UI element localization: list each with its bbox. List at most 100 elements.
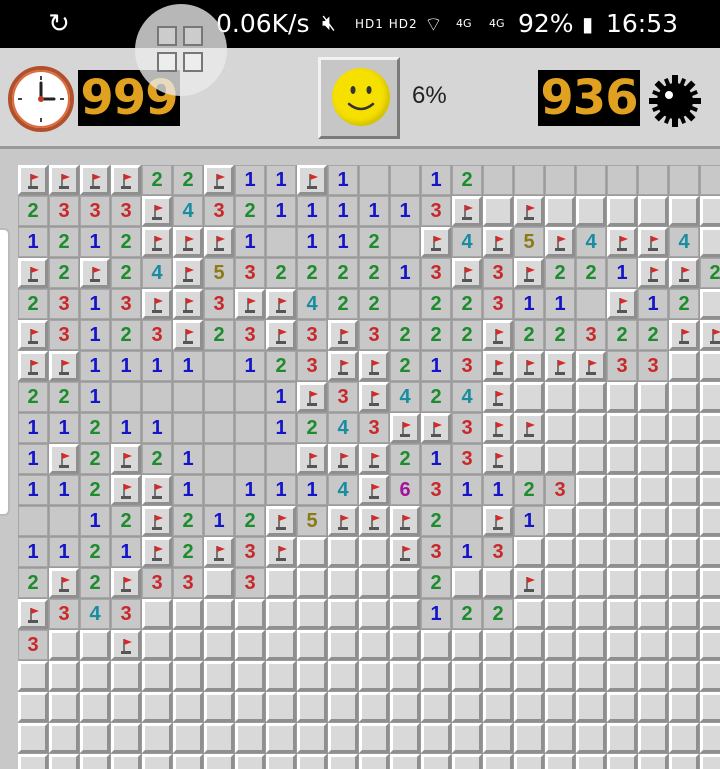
- number-cell[interactable]: 1: [452, 475, 482, 505]
- flagged-cell[interactable]: [359, 444, 389, 474]
- number-cell[interactable]: 2: [328, 258, 358, 288]
- number-cell[interactable]: 3: [142, 320, 172, 350]
- number-cell[interactable]: 2: [18, 196, 48, 226]
- opened-empty-cell[interactable]: [576, 165, 606, 195]
- unopened-cell[interactable]: [576, 413, 606, 443]
- flagged-cell[interactable]: [607, 227, 637, 257]
- number-cell[interactable]: 1: [390, 258, 420, 288]
- unopened-cell[interactable]: [390, 661, 420, 691]
- flagged-cell[interactable]: [669, 320, 699, 350]
- flagged-cell[interactable]: [328, 351, 358, 381]
- flagged-cell[interactable]: [18, 351, 48, 381]
- number-cell[interactable]: 1: [80, 227, 110, 257]
- unopened-cell[interactable]: [142, 630, 172, 660]
- number-cell[interactable]: 2: [421, 568, 451, 598]
- unopened-cell[interactable]: [297, 754, 327, 769]
- unopened-cell[interactable]: [576, 506, 606, 536]
- unopened-cell[interactable]: [328, 754, 358, 769]
- unopened-cell[interactable]: [390, 692, 420, 722]
- unopened-cell[interactable]: [607, 661, 637, 691]
- opened-empty-cell[interactable]: [514, 165, 544, 195]
- flagged-cell[interactable]: [173, 320, 203, 350]
- unopened-cell[interactable]: [700, 537, 720, 567]
- unopened-cell[interactable]: [266, 754, 296, 769]
- unopened-cell[interactable]: [607, 196, 637, 226]
- unopened-cell[interactable]: [545, 537, 575, 567]
- unopened-cell[interactable]: [111, 723, 141, 753]
- unopened-cell[interactable]: [204, 754, 234, 769]
- unopened-cell[interactable]: [576, 382, 606, 412]
- unopened-cell[interactable]: [669, 568, 699, 598]
- number-cell[interactable]: 1: [49, 413, 79, 443]
- number-cell[interactable]: 2: [483, 599, 513, 629]
- unopened-cell[interactable]: [607, 475, 637, 505]
- unopened-cell[interactable]: [421, 692, 451, 722]
- unopened-cell[interactable]: [576, 444, 606, 474]
- flagged-cell[interactable]: [111, 475, 141, 505]
- number-cell[interactable]: 3: [545, 475, 575, 505]
- opened-empty-cell[interactable]: [235, 413, 265, 443]
- flagged-cell[interactable]: [18, 165, 48, 195]
- unopened-cell[interactable]: [514, 599, 544, 629]
- unopened-cell[interactable]: [297, 537, 327, 567]
- number-cell[interactable]: 3: [204, 196, 234, 226]
- number-cell[interactable]: 1: [452, 537, 482, 567]
- flagged-cell[interactable]: [80, 258, 110, 288]
- unopened-cell[interactable]: [669, 444, 699, 474]
- number-cell[interactable]: 3: [204, 289, 234, 319]
- unopened-cell[interactable]: [483, 568, 513, 598]
- unopened-cell[interactable]: [607, 506, 637, 536]
- unopened-cell[interactable]: [235, 723, 265, 753]
- number-cell[interactable]: 4: [173, 196, 203, 226]
- unopened-cell[interactable]: [204, 723, 234, 753]
- number-cell[interactable]: 2: [421, 506, 451, 536]
- flagged-cell[interactable]: [49, 444, 79, 474]
- unopened-cell[interactable]: [545, 506, 575, 536]
- unopened-cell[interactable]: [638, 661, 668, 691]
- unopened-cell[interactable]: [390, 630, 420, 660]
- number-cell[interactable]: 4: [328, 413, 358, 443]
- unopened-cell[interactable]: [328, 723, 358, 753]
- unopened-cell[interactable]: [204, 568, 234, 598]
- opened-empty-cell[interactable]: [235, 444, 265, 474]
- unopened-cell[interactable]: [545, 692, 575, 722]
- unopened-cell[interactable]: [669, 661, 699, 691]
- unopened-cell[interactable]: [576, 475, 606, 505]
- unopened-cell[interactable]: [576, 661, 606, 691]
- unopened-cell[interactable]: [700, 351, 720, 381]
- unopened-cell[interactable]: [483, 723, 513, 753]
- flagged-cell[interactable]: [142, 537, 172, 567]
- number-cell[interactable]: 2: [235, 506, 265, 536]
- opened-empty-cell[interactable]: [266, 227, 296, 257]
- unopened-cell[interactable]: [607, 723, 637, 753]
- flagged-cell[interactable]: [111, 568, 141, 598]
- unopened-cell[interactable]: [359, 661, 389, 691]
- unopened-cell[interactable]: [483, 196, 513, 226]
- unopened-cell[interactable]: [390, 599, 420, 629]
- flagged-cell[interactable]: [483, 506, 513, 536]
- number-cell[interactable]: 2: [297, 258, 327, 288]
- unopened-cell[interactable]: [638, 630, 668, 660]
- number-cell[interactable]: 4: [452, 227, 482, 257]
- unopened-cell[interactable]: [49, 692, 79, 722]
- number-cell[interactable]: 3: [328, 382, 358, 412]
- unopened-cell[interactable]: [204, 599, 234, 629]
- number-cell[interactable]: 3: [49, 289, 79, 319]
- unopened-cell[interactable]: [514, 630, 544, 660]
- unopened-cell[interactable]: [545, 196, 575, 226]
- unopened-cell[interactable]: [235, 630, 265, 660]
- flagged-cell[interactable]: [421, 227, 451, 257]
- flagged-cell[interactable]: [266, 537, 296, 567]
- number-cell[interactable]: 1: [49, 475, 79, 505]
- opened-empty-cell[interactable]: [669, 165, 699, 195]
- flagged-cell[interactable]: [266, 289, 296, 319]
- unopened-cell[interactable]: [173, 754, 203, 769]
- unopened-cell[interactable]: [328, 599, 358, 629]
- number-cell[interactable]: 1: [18, 413, 48, 443]
- unopened-cell[interactable]: [700, 630, 720, 660]
- flagged-cell[interactable]: [142, 227, 172, 257]
- unopened-cell[interactable]: [700, 506, 720, 536]
- number-cell[interactable]: 1: [390, 196, 420, 226]
- unopened-cell[interactable]: [421, 754, 451, 769]
- flagged-cell[interactable]: [452, 258, 482, 288]
